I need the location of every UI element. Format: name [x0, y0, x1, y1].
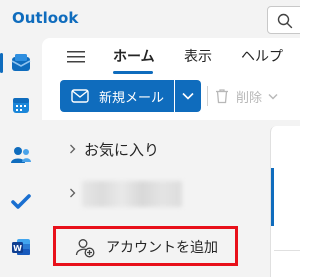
calendar-icon	[13, 98, 29, 113]
rail-item-people[interactable]	[0, 134, 42, 176]
folder-favorites[interactable]: お気に入り	[42, 134, 270, 164]
app-rail: W	[0, 38, 42, 277]
delete-label: 削除	[236, 90, 263, 106]
chevron-right-icon	[70, 144, 76, 154]
mail-icon	[11, 54, 31, 71]
trash-icon	[216, 89, 228, 104]
hamburger-menu-icon[interactable]	[67, 50, 85, 64]
new-mail-button[interactable]: 新規メール	[60, 80, 174, 112]
people-icon	[11, 147, 31, 163]
new-mail-icon	[71, 89, 89, 103]
chevron-down-icon	[182, 92, 194, 100]
folder-favorites-label: お気に入り	[84, 141, 160, 159]
message-divider	[274, 250, 300, 251]
new-mail-dropdown-button[interactable]	[175, 80, 201, 112]
chevron-down-icon	[268, 93, 278, 99]
tab-home-underline	[113, 71, 153, 74]
ribbon-divider	[207, 86, 208, 106]
rail-item-mail[interactable]	[0, 42, 42, 84]
selected-message-indicator	[271, 168, 274, 226]
todo-icon	[11, 194, 31, 209]
add-person-icon	[75, 239, 95, 258]
folder-account[interactable]	[42, 178, 270, 208]
app-title: Outlook	[12, 9, 79, 27]
chevron-right-icon	[70, 188, 76, 198]
redacted-account-name	[82, 181, 182, 207]
ribbon-tabs: ホーム 表示 ヘルプ	[42, 38, 300, 76]
folder-pane: お気に入り アカウントを追加	[42, 120, 270, 277]
word-icon: W	[12, 239, 30, 255]
rail-item-calendar[interactable]	[0, 84, 42, 126]
add-account-label: アカウントを追加	[106, 240, 218, 256]
message-list[interactable]	[270, 126, 300, 277]
search-icon	[277, 13, 293, 29]
new-mail-label: 新規メール	[99, 90, 165, 106]
search-box[interactable]	[267, 6, 300, 34]
title-bar: Outlook	[0, 0, 300, 38]
ribbon: ホーム 表示 ヘルプ 新規メール 削除	[42, 38, 300, 120]
rail-item-word[interactable]: W	[0, 226, 42, 268]
tab-home[interactable]: ホーム	[113, 46, 155, 66]
svg-text:W: W	[13, 244, 22, 253]
delete-button[interactable]: 削除	[214, 80, 278, 112]
add-account-button[interactable]: アカウントを追加	[53, 226, 238, 266]
outlook-window: Outlook W ホーム 表示 ヘルプ 新規メール 削除 お気に入り アカウン…	[0, 0, 300, 277]
tab-help[interactable]: ヘルプ	[241, 46, 283, 66]
rail-item-todo[interactable]	[0, 181, 42, 223]
tab-view[interactable]: 表示	[184, 46, 212, 66]
